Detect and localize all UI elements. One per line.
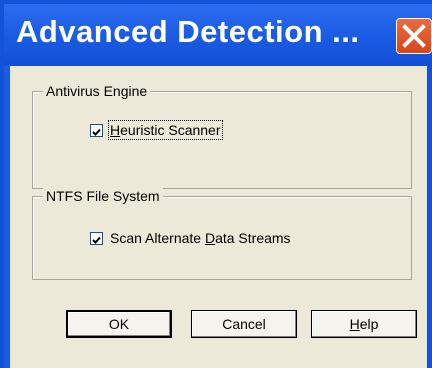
ntfs-file-system-group: NTFS File System Scan Alternate Data Str… [32,188,412,280]
antivirus-engine-group: Antivirus Engine Heuristic Scanner [32,83,412,189]
antivirus-engine-group-label: Antivirus Engine [43,83,151,99]
dialog-window: Advanced Detection ... Antivirus Engine … [0,0,432,368]
close-icon [402,24,426,48]
dialog-client-area: Antivirus Engine Heuristic Scanner NTFS … [10,66,427,368]
scan-ads-checkbox[interactable] [90,232,103,245]
checkmark-icon [92,128,101,136]
cancel-button[interactable]: Cancel [191,310,297,338]
ntfs-file-system-group-label: NTFS File System [43,188,163,204]
ok-button[interactable]: OK [66,310,172,338]
checkmark-icon [92,236,101,244]
heuristic-scanner-checkbox[interactable] [90,124,103,137]
scan-ads-label[interactable]: Scan Alternate Data Streams [110,230,291,246]
heuristic-scanner-label[interactable]: Heuristic Scanner [108,120,223,140]
window-title: Advanced Detection ... [16,14,360,49]
title-bar[interactable]: Advanced Detection ... [4,4,432,66]
help-button[interactable]: Help [311,310,417,338]
close-button[interactable] [396,18,432,54]
